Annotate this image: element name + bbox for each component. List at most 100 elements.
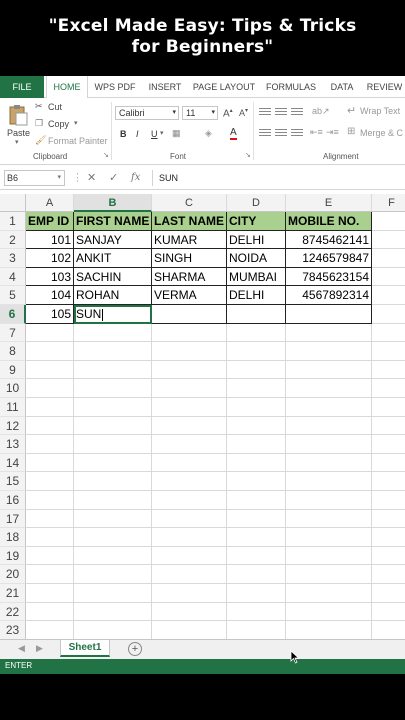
cell-d7[interactable] bbox=[227, 323, 286, 343]
cell-e22[interactable] bbox=[286, 602, 372, 622]
shrink-font-icon[interactable]: A▾ bbox=[239, 107, 248, 118]
cell-a12[interactable] bbox=[26, 416, 74, 436]
tab-data[interactable]: DATA bbox=[322, 76, 362, 98]
fill-color-icon[interactable]: ◈ bbox=[205, 128, 212, 139]
cell-c2[interactable]: KUMAR bbox=[152, 230, 227, 250]
cell-d1[interactable]: CITY bbox=[227, 212, 286, 231]
bold-button[interactable]: B bbox=[120, 129, 127, 139]
select-all-corner[interactable] bbox=[0, 194, 26, 212]
cell-d12[interactable] bbox=[227, 416, 286, 436]
row-header-21[interactable]: 21 bbox=[0, 584, 26, 603]
cell-f23[interactable] bbox=[372, 621, 405, 639]
cell-f18[interactable] bbox=[372, 528, 405, 547]
cell-c6[interactable] bbox=[152, 305, 227, 324]
format-painter-icon[interactable]: 🖌 bbox=[35, 135, 46, 146]
cell-e8[interactable] bbox=[286, 342, 372, 361]
decrease-indent-icon[interactable]: ⇤≡ bbox=[310, 127, 323, 138]
cell-c19[interactable] bbox=[152, 546, 227, 566]
cell-d14[interactable] bbox=[227, 453, 286, 473]
cell-e11[interactable] bbox=[286, 398, 372, 417]
cell-f11[interactable] bbox=[372, 398, 405, 417]
cell-a8[interactable] bbox=[26, 342, 74, 361]
next-sheet-icon[interactable]: ▶ bbox=[36, 643, 43, 654]
cell-e1[interactable]: MOBILE NO. bbox=[286, 212, 372, 231]
dialog-launcher-icon[interactable]: ↘ bbox=[103, 151, 109, 159]
merge-center-button[interactable]: Merge & C bbox=[360, 128, 403, 138]
column-header-d[interactable]: D bbox=[227, 194, 286, 212]
cell-d15[interactable] bbox=[227, 472, 286, 491]
cell-f2[interactable] bbox=[372, 231, 405, 250]
column-header-e[interactable]: E bbox=[286, 194, 372, 212]
font-size-select[interactable]: 11 ▾ bbox=[182, 106, 218, 120]
tab-wps-pdf[interactable]: WPS PDF bbox=[90, 76, 140, 98]
prev-sheet-icon[interactable]: ◀ bbox=[18, 643, 25, 654]
row-header-6[interactable]: 6 bbox=[0, 305, 26, 324]
cell-d11[interactable] bbox=[227, 398, 286, 417]
insert-function-button[interactable]: fx bbox=[131, 170, 140, 186]
cell-c20[interactable] bbox=[152, 565, 227, 584]
cell-d16[interactable] bbox=[227, 491, 286, 510]
cell-c10[interactable] bbox=[152, 379, 227, 398]
cell-a10[interactable] bbox=[26, 379, 74, 398]
cancel-icon[interactable]: ✕ bbox=[87, 170, 96, 186]
cell-a16[interactable] bbox=[26, 491, 74, 510]
cell-b8[interactable] bbox=[74, 342, 152, 361]
cell-f3[interactable] bbox=[372, 249, 405, 268]
cell-f15[interactable] bbox=[372, 472, 405, 491]
cell-f14[interactable] bbox=[372, 454, 405, 473]
wrap-text-button[interactable]: Wrap Text bbox=[360, 106, 400, 116]
cell-a2[interactable]: 101 bbox=[26, 230, 74, 250]
cell-a14[interactable] bbox=[26, 453, 74, 473]
orientation-icon[interactable]: ab↗ bbox=[312, 106, 330, 117]
grow-font-icon[interactable]: A▴ bbox=[223, 107, 233, 119]
cell-b14[interactable] bbox=[74, 453, 152, 473]
cell-f22[interactable] bbox=[372, 603, 405, 622]
cell-b17[interactable] bbox=[74, 509, 152, 529]
cell-d17[interactable] bbox=[227, 509, 286, 529]
cell-e14[interactable] bbox=[286, 453, 372, 473]
align-left-icon[interactable] bbox=[259, 129, 271, 138]
cell-c14[interactable] bbox=[152, 453, 227, 473]
row-header-10[interactable]: 10 bbox=[0, 379, 26, 398]
cell-c18[interactable] bbox=[152, 528, 227, 547]
cell-c1[interactable]: LAST NAME bbox=[152, 212, 227, 231]
cell-f19[interactable] bbox=[372, 547, 405, 566]
cell-d21[interactable] bbox=[227, 584, 286, 603]
cell-f7[interactable] bbox=[372, 324, 405, 343]
column-header-f[interactable]: F bbox=[372, 194, 405, 212]
cell-e9[interactable] bbox=[286, 360, 372, 380]
cell-a13[interactable] bbox=[26, 435, 74, 454]
cell-b1[interactable]: FIRST NAME bbox=[74, 212, 152, 231]
name-box[interactable]: B6 ▾ bbox=[4, 170, 65, 186]
cell-f16[interactable] bbox=[372, 491, 405, 510]
cell-c8[interactable] bbox=[152, 342, 227, 361]
align-right-icon[interactable] bbox=[291, 129, 303, 138]
cell-c12[interactable] bbox=[152, 416, 227, 436]
cell-b18[interactable] bbox=[74, 528, 152, 547]
row-header-11[interactable]: 11 bbox=[0, 398, 26, 417]
merge-icon[interactable]: ⊞ bbox=[347, 126, 355, 137]
cell-a7[interactable] bbox=[26, 323, 74, 343]
cell-a20[interactable] bbox=[26, 565, 74, 584]
cell-d19[interactable] bbox=[227, 546, 286, 566]
row-header-17[interactable]: 17 bbox=[0, 509, 26, 529]
cell-d8[interactable] bbox=[227, 342, 286, 361]
cell-d6[interactable] bbox=[227, 305, 286, 324]
cell-e19[interactable] bbox=[286, 546, 372, 566]
cell-d3[interactable]: NOIDA bbox=[227, 249, 286, 268]
row-header-3[interactable]: 3 bbox=[0, 249, 26, 268]
cell-c23[interactable] bbox=[152, 621, 227, 639]
cell-a4[interactable]: 103 bbox=[26, 267, 74, 287]
cell-e4[interactable]: 7845623154 bbox=[286, 267, 372, 287]
cell-d22[interactable] bbox=[227, 602, 286, 622]
cell-b9[interactable] bbox=[74, 360, 152, 380]
cell-b13[interactable] bbox=[74, 435, 152, 454]
cut-icon[interactable]: ✂ bbox=[35, 101, 43, 112]
cell-e18[interactable] bbox=[286, 528, 372, 547]
cell-f5[interactable] bbox=[372, 286, 405, 305]
active-cell-b6[interactable]: SUN bbox=[74, 305, 152, 324]
cell-b23[interactable] bbox=[74, 621, 152, 639]
align-bottom-icon[interactable] bbox=[291, 108, 303, 117]
tab-file[interactable]: FILE bbox=[0, 76, 44, 98]
cell-a3[interactable]: 102 bbox=[26, 249, 74, 268]
